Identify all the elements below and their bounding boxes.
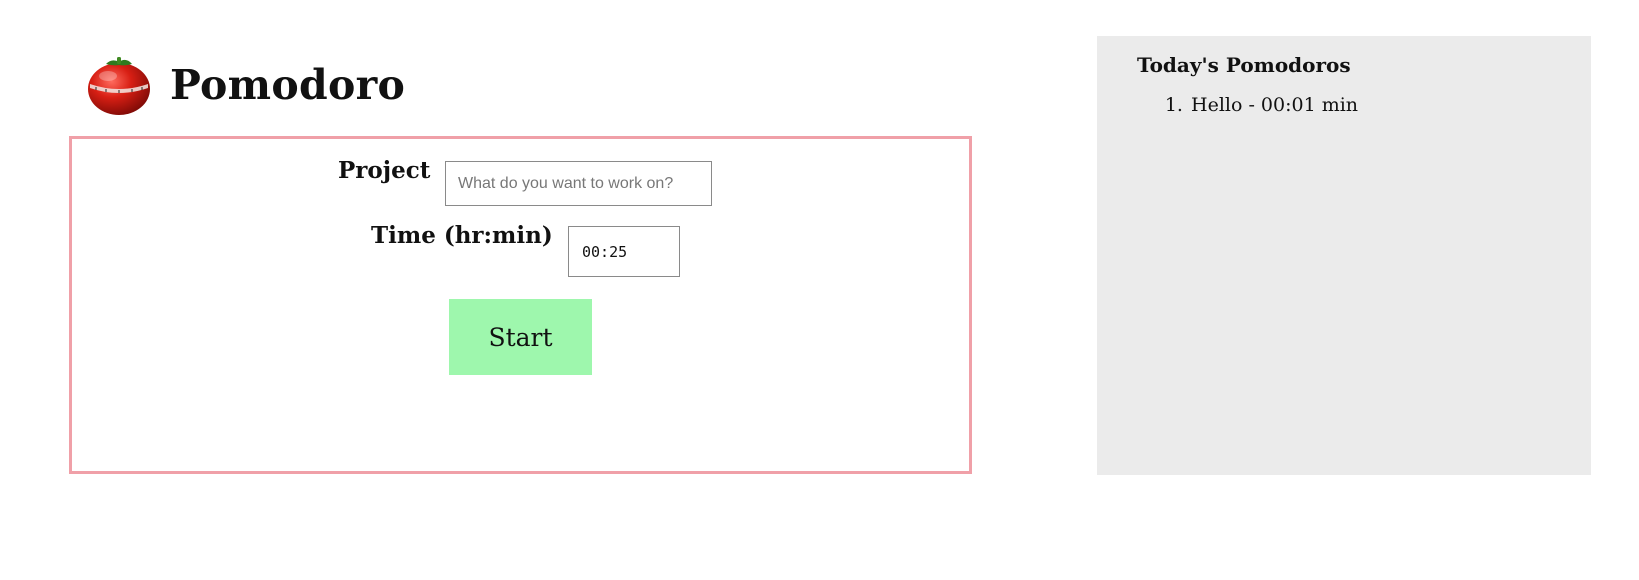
start-button[interactable]: Start xyxy=(449,299,592,375)
time-input[interactable] xyxy=(568,226,680,277)
project-label: Project xyxy=(338,157,431,184)
pomodoro-list: Hello - 00:01 min xyxy=(1137,92,1358,119)
project-input[interactable] xyxy=(445,161,712,206)
header: Pomodoro xyxy=(86,54,405,116)
time-label: Time (hr:min) xyxy=(371,222,553,249)
tomato-timer-icon xyxy=(88,57,150,115)
pomodoro-form: Project Time (hr:min) Start xyxy=(69,136,972,474)
list-item: Hello - 00:01 min xyxy=(1189,92,1358,119)
page: Pomodoro Project Time (hr:min) Start Tod… xyxy=(0,0,1639,580)
sidebar-todays-pomodoros: Today's Pomodoros Hello - 00:01 min xyxy=(1097,36,1591,475)
sidebar-title: Today's Pomodoros xyxy=(1137,53,1351,77)
app-title: Pomodoro xyxy=(170,60,406,109)
